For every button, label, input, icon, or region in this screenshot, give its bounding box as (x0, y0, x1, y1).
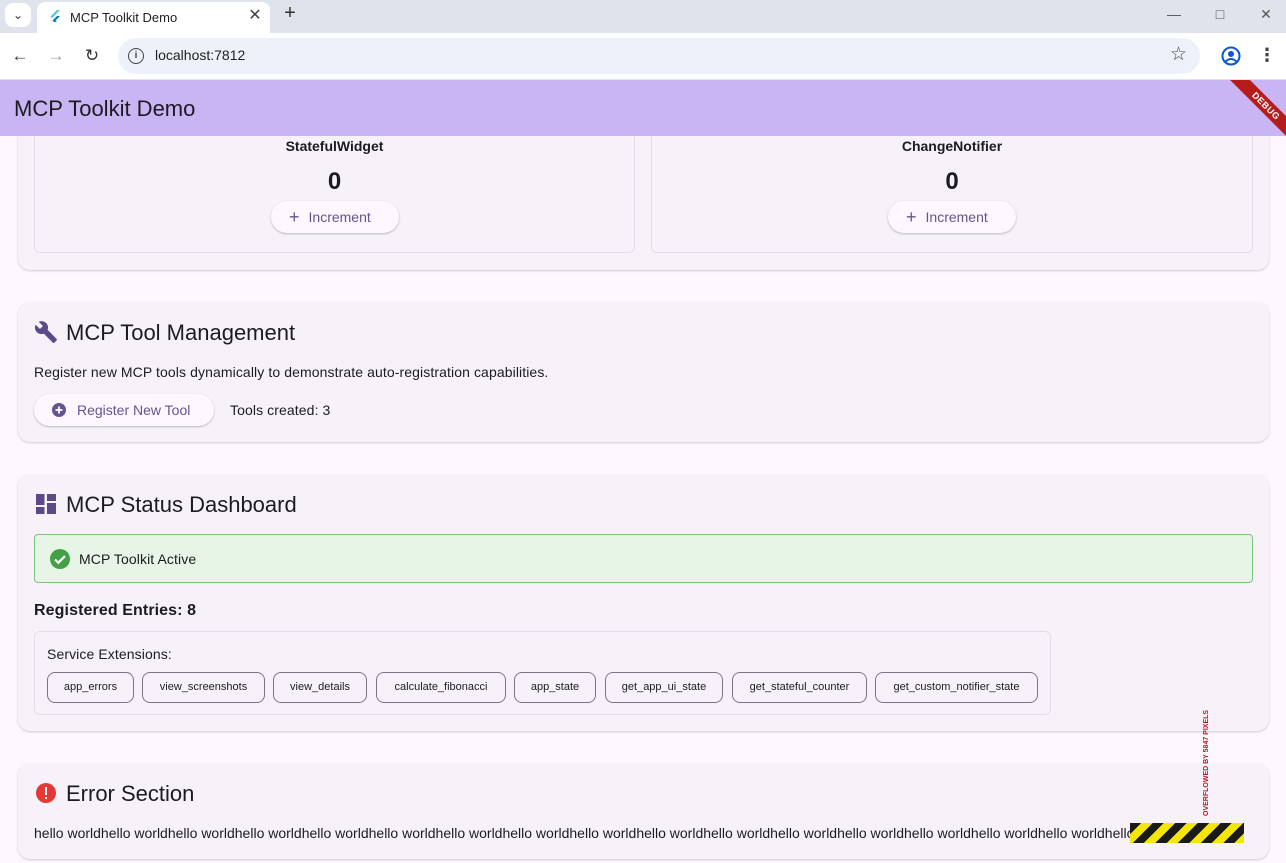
extension-chip[interactable]: view_screenshots (142, 672, 265, 703)
registered-entries: Registered Entries: 8 (34, 602, 197, 619)
status-text: MCP Toolkit Active (79, 551, 197, 567)
browser-toolbar: ← → ↻ i localhost:7812 ☆ ⋮ (0, 33, 1286, 80)
minimize-icon[interactable]: — (1163, 3, 1185, 25)
extension-chip[interactable]: app_errors (47, 672, 134, 703)
maximize-icon[interactable]: □ (1209, 3, 1231, 25)
extension-chip[interactable]: calculate_fibonacci (376, 672, 506, 703)
url-text[interactable]: localhost:7812 (155, 47, 245, 63)
dashboard-icon (36, 494, 56, 514)
tools-created-count: Tools created: 3 (230, 402, 331, 418)
counter-value: 0 (945, 168, 959, 195)
site-info-icon[interactable]: i (128, 48, 144, 64)
overflow-indicator (1130, 823, 1244, 843)
counter-label: StatefulWidget (285, 138, 384, 154)
increment-button[interactable]: + Increment (888, 201, 1016, 233)
wrench-icon (34, 321, 57, 343)
add-circle-icon (52, 403, 66, 417)
register-button-label: Register New Tool (77, 402, 191, 418)
tool-management-card: MCP Tool Management Register new MCP too… (18, 302, 1269, 442)
extension-chip[interactable]: get_stateful_counter (732, 672, 867, 703)
extension-chip[interactable]: view_details (273, 672, 367, 703)
browser-menu-icon[interactable]: ⋮ (1258, 44, 1276, 68)
counters-card: StatefulWidget 0 + Increment ChangeNotif… (18, 136, 1269, 270)
bookmark-star-icon[interactable]: ☆ (1170, 43, 1187, 66)
counter-value: 0 (327, 168, 342, 195)
status-dashboard-card: MCP Status Dashboard MCP Toolkit Active … (18, 474, 1269, 731)
extension-chip[interactable]: get_app_ui_state (605, 672, 723, 703)
debug-banner: DEBUG (1229, 80, 1286, 136)
section-title: Error Section (66, 781, 195, 806)
plus-icon: + (906, 207, 917, 227)
service-extensions-label: Service Extensions: (47, 646, 172, 662)
flutter-logo-icon (50, 10, 60, 22)
chevron-down-icon: ⌄ (12, 8, 24, 22)
overflow-label: OVERFLOWED BY 5847 PIXELS (1203, 709, 1210, 816)
tab-title: MCP Toolkit Demo (70, 10, 178, 25)
tab-search-button[interactable]: ⌄ (5, 3, 31, 27)
main-content[interactable]: StatefulWidget 0 + Increment ChangeNotif… (0, 136, 1286, 863)
close-tab-icon[interactable]: ✕ (245, 6, 265, 26)
stateful-counter-card: StatefulWidget 0 + Increment (34, 136, 635, 253)
forward-arrow-icon[interactable]: → (44, 44, 68, 68)
address-bar[interactable]: i localhost:7812 ☆ (118, 38, 1200, 74)
back-arrow-icon[interactable]: ← (8, 44, 32, 68)
status-banner: MCP Toolkit Active (34, 534, 1253, 583)
profile-icon[interactable] (1220, 45, 1242, 67)
increment-label: Increment (925, 209, 988, 225)
increment-label: Increment (308, 209, 371, 225)
section-description: Register new MCP tools dynamically to de… (34, 364, 549, 380)
section-title: MCP Tool Management (66, 320, 296, 345)
extension-chip[interactable]: app_state (514, 672, 596, 703)
reload-icon[interactable]: ↻ (80, 44, 104, 68)
section-title: MCP Status Dashboard (66, 492, 297, 517)
check-circle-icon (50, 549, 70, 569)
notifier-counter-card: ChangeNotifier 0 + Increment (651, 136, 1253, 253)
browser-tab-strip: ⌄ MCP Toolkit Demo ✕ + — □ ✕ (0, 0, 1286, 33)
error-section-card: Error Section hello worldhello worldhell… (18, 763, 1269, 859)
register-new-tool-button[interactable]: Register New Tool (34, 394, 214, 426)
new-tab-icon[interactable]: + (279, 2, 301, 24)
browser-tab[interactable]: MCP Toolkit Demo ✕ (37, 2, 270, 33)
plus-icon: + (289, 207, 300, 227)
service-extensions-box: Service Extensions: app_errors view_scre… (34, 631, 1051, 715)
extension-chip[interactable]: get_custom_notifier_state (875, 672, 1038, 703)
app-bar: MCP Toolkit Demo DEBUG (0, 80, 1286, 136)
overflowing-text: hello worldhello worldhello worldhello w… (34, 825, 1239, 841)
counter-label: ChangeNotifier (901, 138, 1003, 154)
close-window-icon[interactable]: ✕ (1255, 3, 1277, 25)
app-title: MCP Toolkit Demo (14, 96, 196, 121)
increment-button[interactable]: + Increment (271, 201, 399, 233)
error-icon (36, 783, 56, 803)
